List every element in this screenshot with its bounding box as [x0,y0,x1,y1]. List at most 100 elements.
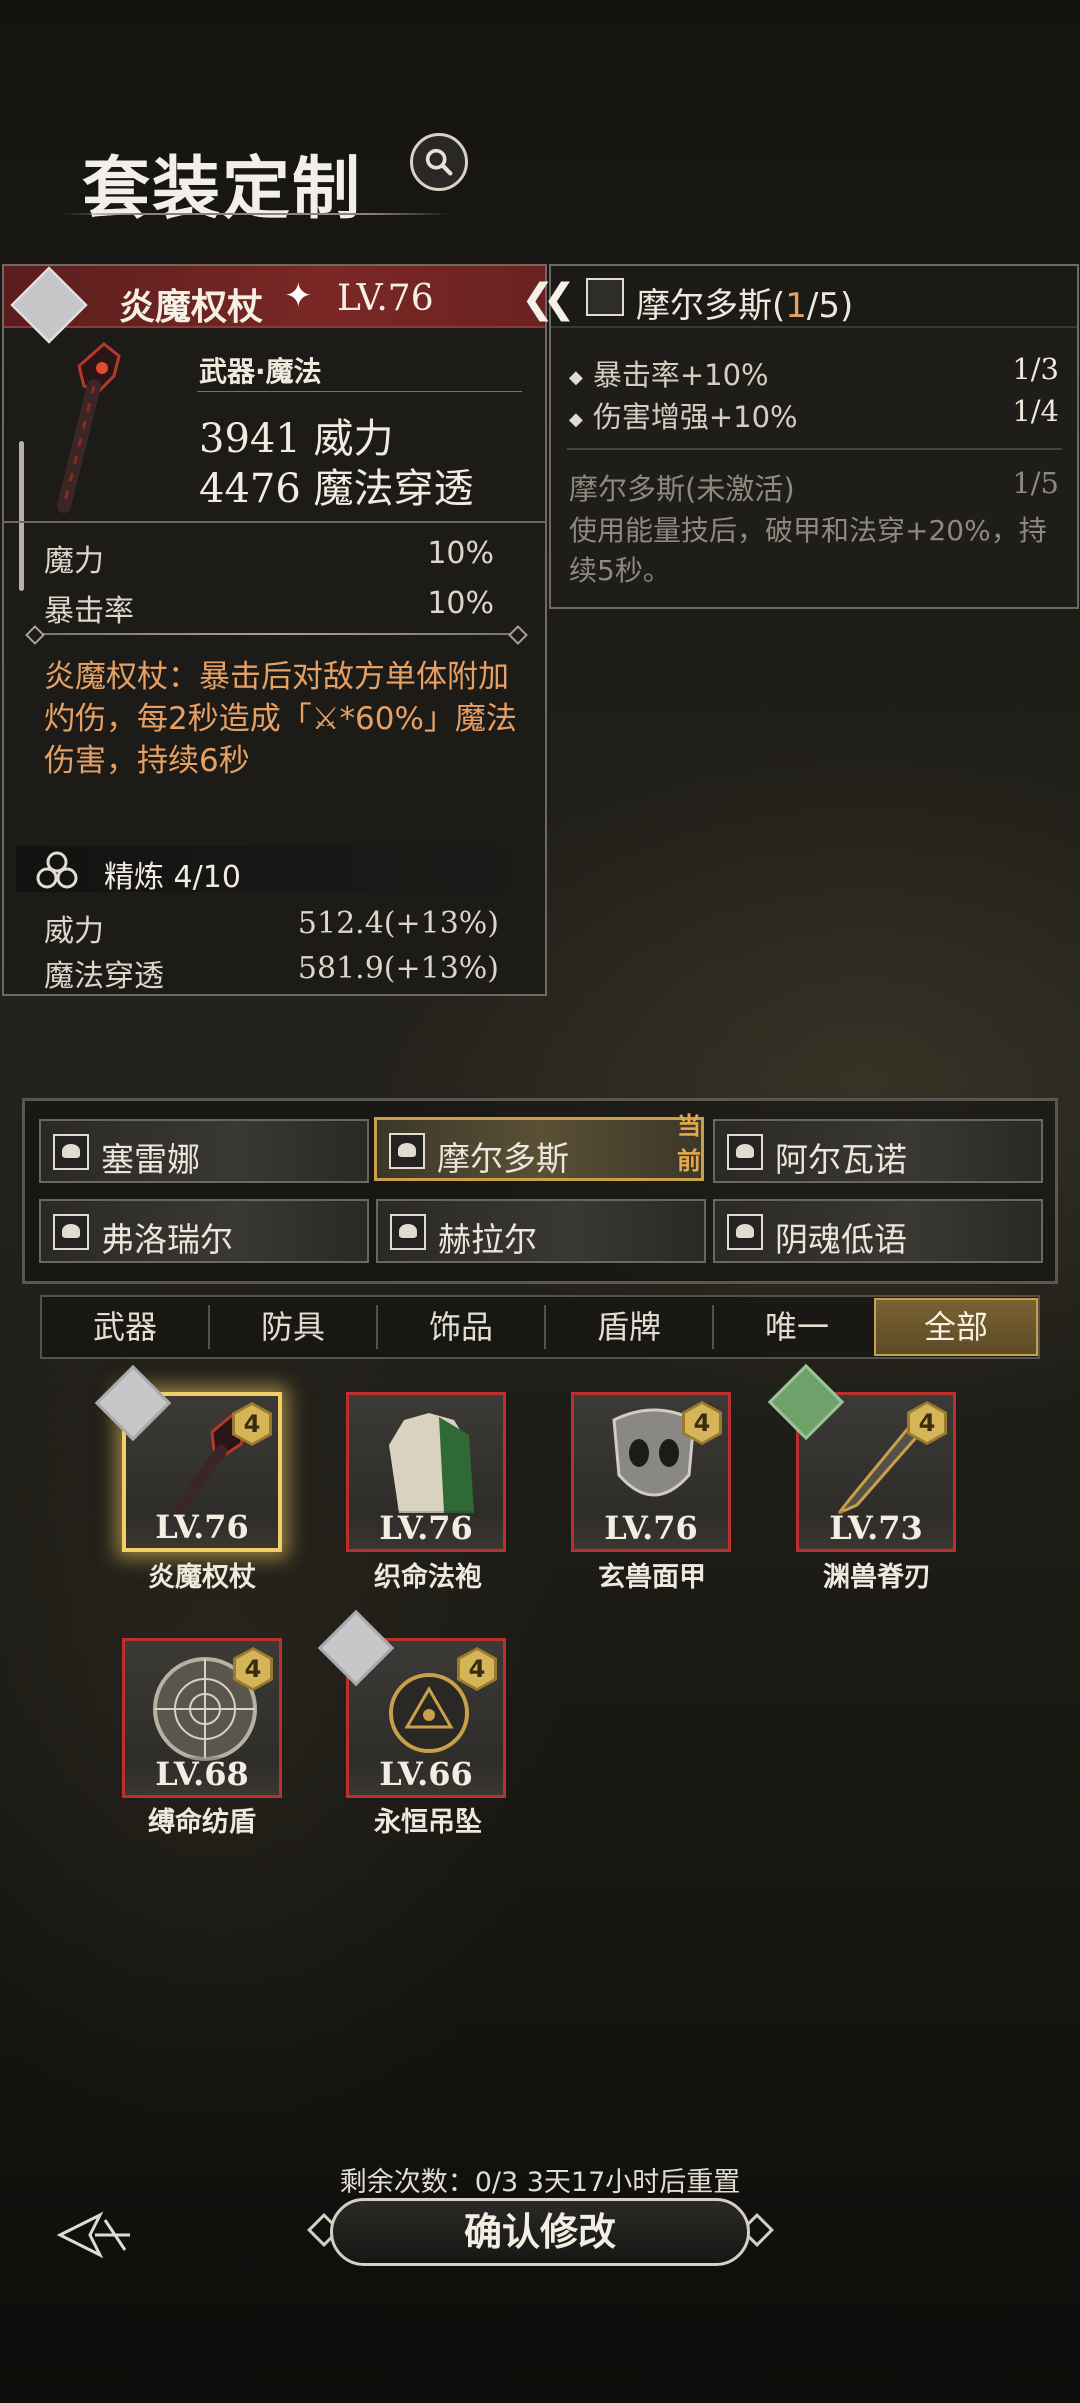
refine-stat-label: 威力 [44,914,104,949]
item-card-level: LV.66 [379,1755,473,1793]
item-card-name: 永恒吊坠 [374,1807,482,1838]
set-button-label: 弗洛瑞尔 [101,1220,233,1259]
bonus-label: 暴击率+10% [592,358,769,392]
set-button[interactable]: 赫拉尔 [376,1199,706,1263]
set-helmet-icon [53,1134,89,1170]
set-button-label: 摩尔多斯 [437,1139,569,1178]
refine-stat-value: 581.9(+13%) [297,951,499,986]
current-tag: 当前 [677,1112,701,1175]
main-stat: 4476 魔法穿透 [199,466,474,512]
item-detail-panel: 炎魔权杖 ✦ LV.76 武器·魔法 3941 威力 4476 魔法穿透 魔力 … [2,264,547,996]
tab-accessory[interactable]: 饰品 [378,1297,544,1357]
set-bonus-row: ◆ 暴击率+10% 1/3 [569,352,1059,394]
set-button[interactable]: 阴魂低语 [713,1199,1043,1263]
item-card-selected[interactable]: 4 LV.76 [94,1364,282,1552]
item-card[interactable]: 4 LV.66 [317,1609,506,1798]
set-button[interactable]: 塞雷娜 [39,1119,369,1183]
item-type: 武器·魔法 [199,355,322,388]
attribute-row: 暴击率 10% [44,586,494,630]
item-card[interactable]: 4 LV.76 [571,1392,731,1552]
page-header: 套装定制 [60,125,468,229]
item-card-name: 渊兽脊刃 [823,1562,931,1593]
item-card[interactable]: LV.76 [346,1392,506,1552]
attribute-label: 暴击率 [44,594,134,629]
bullet-icon: ◆ [569,408,583,430]
title-underline [60,213,450,215]
item-card-level: LV.76 [379,1509,473,1547]
item-card-level: LV.73 [829,1509,923,1547]
item-card-level: LV.76 [604,1509,698,1547]
bonus-label: 伤害增强+10% [592,400,798,434]
search-button[interactable] [410,133,468,191]
refine-stat-value: 512.4(+13%) [297,906,499,941]
set-title: 摩尔多斯(1/5) [636,278,853,327]
tab-armor[interactable]: 防具 [210,1297,376,1357]
ornament-divider [34,633,519,635]
item-level: LV.76 [337,278,434,319]
divider [197,391,522,392]
item-effect-description: 炎魔权杖：暴击后对敌方单体附加灼伤，每2秒造成「⚔*60%」魔法伤害，持续6秒 [44,659,517,779]
set-helmet-icon [390,1214,426,1250]
set-button-active[interactable]: 摩尔多斯 当前 [374,1112,704,1181]
item-card[interactable]: 4 LV.73 [767,1363,956,1552]
search-icon [425,148,453,176]
item-detail-header: 炎魔权杖 ✦ LV.76 [4,266,545,344]
inactive-label: 摩尔多斯(未激活) [569,472,795,506]
page-title: 套装定制 [82,149,363,229]
divider [567,448,1062,450]
set-button-label: 塞雷娜 [101,1140,200,1179]
set-bonus-header: ❮❮ 摩尔多斯(1/5) [521,266,1077,328]
bonus-progress: 1/4 [1012,394,1059,428]
refine-stat-row: 威力 512.4(+13%) [44,906,499,950]
star-icon: ✦ [284,276,313,316]
character-avatar-icon [10,266,88,344]
refine-stat-row: 魔法穿透 581.9(+13%) [44,951,499,995]
attribute-value: 10% [427,586,494,621]
scrollbar[interactable] [19,441,24,591]
refine-bar: 精炼 4/10 [16,846,531,895]
set-bonus-panel: ❮❮ 摩尔多斯(1/5) ◆ 暴击率+10% 1/3 ◆ 伤害增强+10% 1/4 … [521,264,1079,609]
set-button[interactable]: 阿尔瓦诺 [713,1119,1043,1183]
category-tabs: 武器 防具 饰品 盾牌 唯一 全部 [40,1295,1040,1359]
set-helmet-icon [727,1134,763,1170]
collapse-chevron-icon[interactable]: ❮❮ [521,276,576,322]
bonus-progress: 1/3 [1012,352,1059,386]
set-button-label: 赫拉尔 [438,1220,537,1259]
item-card-name: 缚命纺盾 [148,1807,256,1838]
set-helmet-icon [53,1214,89,1250]
set-helmet-icon [586,278,624,316]
set-selector-panel: 塞雷娜 摩尔多斯 当前 阿尔瓦诺 弗洛瑞尔 赫拉尔 阴魂低语 [22,1098,1058,1284]
attribute-label: 魔力 [44,544,104,579]
refine-level: 精炼 4/10 [104,860,241,895]
staff-icon [57,342,121,513]
item-name: 炎魔权杖 [119,286,264,328]
item-card-name: 玄兽面甲 [598,1562,706,1593]
confirm-button[interactable]: 确认修改 [330,2198,750,2266]
tab-shield[interactable]: 盾牌 [546,1297,712,1357]
set-button-label: 阿尔瓦诺 [775,1140,907,1179]
set-helmet-icon [727,1214,763,1250]
remaining-count: 剩余次数：0/3 3天17小时后重置 [339,2167,741,2198]
tab-unique[interactable]: 唯一 [714,1297,880,1357]
set-total: /5) [806,286,854,326]
refine-icon [36,851,78,889]
attribute-row: 魔力 10% [44,536,494,580]
set-button[interactable]: 弗洛瑞尔 [39,1199,369,1263]
set-count: 1 [785,286,807,326]
robe-icon [389,1413,474,1513]
tab-weapon[interactable]: 武器 [42,1297,208,1357]
tab-all[interactable]: 全部 [874,1298,1038,1356]
item-card-name: 织命法袍 [374,1562,482,1593]
inactive-bonus-row: 摩尔多斯(未激活) 1/5 [569,466,1059,508]
bullet-icon: ◆ [569,366,583,388]
inactive-progress: 1/5 [1012,466,1059,500]
refine-stat-label: 魔法穿透 [44,959,164,994]
divider [4,521,545,523]
item-card-level: LV.76 [155,1508,249,1546]
item-card-name: 炎魔权杖 [148,1562,256,1593]
item-card[interactable]: 4 LV.68 [122,1638,282,1798]
back-arrow-icon[interactable] [55,2205,135,2265]
set-helmet-icon [389,1133,425,1169]
set-bonus-row: ◆ 伤害增强+10% 1/4 [569,394,1059,436]
inactive-description: 使用能量技后，破甲和法穿+20%，持续5秒。 [569,514,1047,587]
